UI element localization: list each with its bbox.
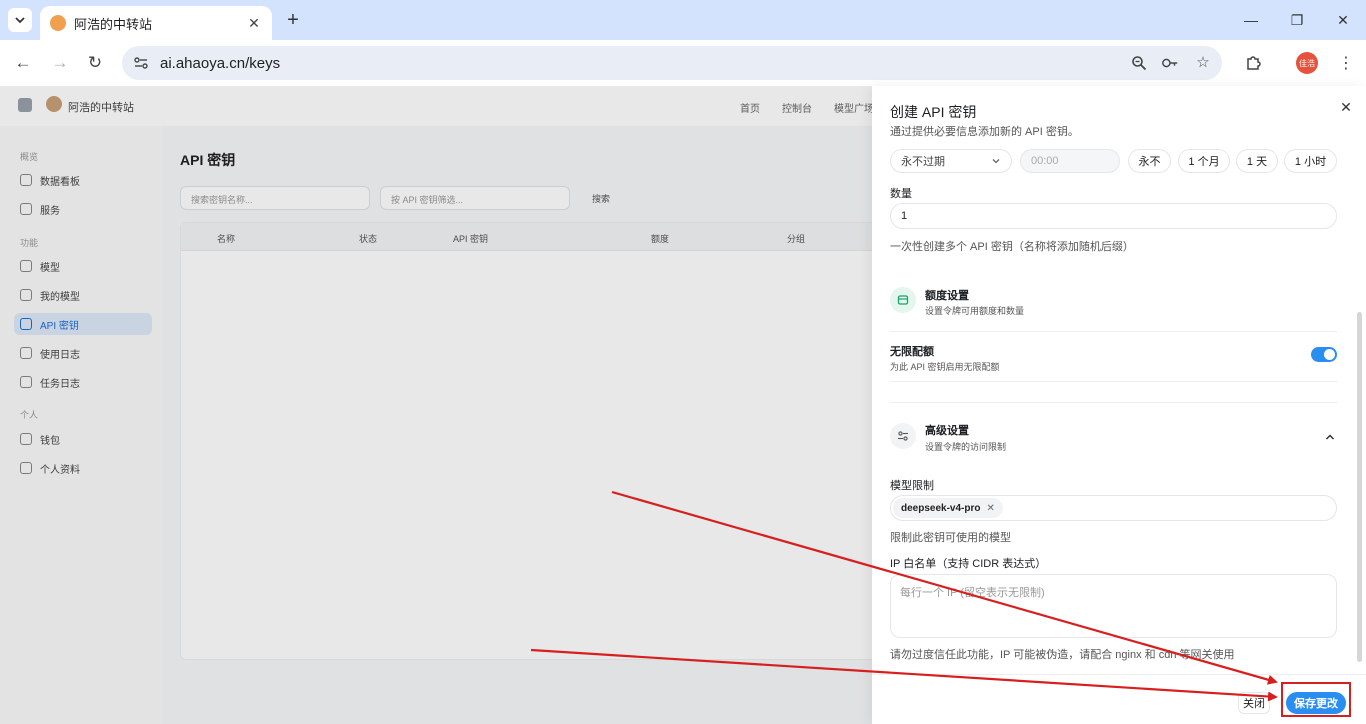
quantity-input[interactable]: 1 [890, 203, 1337, 229]
minimize-button[interactable]: — [1228, 0, 1274, 40]
chevron-down-icon [15, 17, 25, 24]
url-text: ai.ahaoya.cn/keys [160, 54, 281, 72]
expire-time-input[interactable]: 00:00 [1020, 149, 1120, 173]
unlimited-quota-subtitle: 为此 API 密钥启用无限配额 [890, 362, 1000, 372]
quota-section-subtitle: 设置令牌可用额度和数量 [925, 306, 1025, 316]
zoom-icon[interactable] [1130, 54, 1148, 72]
quantity-label: 数量 [890, 188, 912, 200]
ip-whitelist-label: IP 白名单（支持 CIDR 表达式） [890, 558, 1047, 570]
quantity-hint: 一次性创建多个 API 密钥（名称将添加随机后缀） [890, 241, 1134, 253]
site-settings-icon[interactable] [132, 54, 150, 72]
ip-whitelist-hint: 请勿过度信任此功能，IP 可能被伪造，请配合 nginx 和 cdn 等网关使用 [890, 649, 1235, 661]
new-tab-button[interactable]: + [282, 9, 304, 31]
unlimited-quota-toggle[interactable] [1311, 347, 1337, 362]
expire-select[interactable]: 永不过期 [890, 149, 1012, 173]
reload-button[interactable]: ↻ [83, 51, 107, 75]
browser-menu-icon[interactable]: ⋮ [1338, 52, 1354, 74]
quick-expire-1-hour[interactable]: 1 小时 [1284, 149, 1337, 173]
divider [890, 381, 1337, 382]
browser-tab-active[interactable]: 阿浩的中转站 ✕ [40, 6, 272, 40]
profile-avatar[interactable]: 佳浩 [1296, 52, 1318, 74]
browser-tab-bar: 阿浩的中转站 ✕ + — ❐ ✕ [0, 0, 1366, 40]
advanced-section-icon [890, 423, 916, 449]
quick-expire-never[interactable]: 永不 [1128, 149, 1171, 173]
extensions-puzzle-icon[interactable] [1244, 52, 1264, 72]
tag-remove-icon[interactable]: ✕ [986, 503, 994, 514]
chevron-up-icon[interactable] [1324, 431, 1336, 446]
back-button[interactable]: ← [11, 51, 35, 75]
divider [890, 331, 1337, 332]
drawer-body: 永不过期 00:00 永不 1 个月 1 天 1 小时 数量 1 一次性创建多个… [872, 142, 1366, 672]
drawer-close-icon[interactable]: ✕ [1337, 98, 1355, 116]
quota-section-title: 额度设置 [925, 290, 969, 302]
close-button[interactable]: 关闭 [1238, 692, 1270, 714]
quick-expire-1-day[interactable]: 1 天 [1236, 149, 1278, 173]
restore-button[interactable]: ❐ [1274, 0, 1320, 40]
annotation-highlight-box [1281, 682, 1351, 717]
drawer-subtitle: 通过提供必要信息添加新的 API 密钥。 [890, 126, 1079, 138]
chevron-down-icon [992, 159, 1000, 164]
model-tag-label: deepseek-v4-pro [901, 502, 981, 514]
quick-expire-1-month[interactable]: 1 个月 [1178, 149, 1230, 173]
tab-close-icon[interactable]: ✕ [246, 15, 262, 31]
password-key-icon[interactable] [1161, 54, 1179, 72]
advanced-section-title: 高级设置 [925, 425, 969, 437]
drawer-title: 创建 API 密钥 [890, 104, 977, 120]
address-bar[interactable]: ai.ahaoya.cn/keys [122, 46, 1222, 80]
ip-whitelist-textarea[interactable]: 每行一个 IP (留空表示无限制) [890, 574, 1337, 638]
model-limit-label: 模型限制 [890, 480, 934, 492]
advanced-section-subtitle: 设置令牌的访问限制 [925, 442, 1007, 452]
window-close-button[interactable]: ✕ [1320, 0, 1366, 40]
divider [890, 402, 1337, 403]
unlimited-quota-label: 无限配额 [890, 346, 934, 358]
forward-button[interactable]: → [48, 51, 72, 75]
site-favicon-icon [50, 15, 66, 31]
browser-toolbar: ← → ↻ ai.ahaoya.cn/keys ☆ [0, 40, 1366, 86]
bookmark-star-icon[interactable]: ☆ [1194, 53, 1212, 71]
tab-title: 阿浩的中转站 [74, 16, 153, 32]
model-limit-hint: 限制此密钥可使用的模型 [890, 532, 1011, 544]
expire-select-value: 永不过期 [901, 156, 945, 168]
model-tag: deepseek-v4-pro ✕ [893, 498, 1003, 518]
drawer-scrollbar[interactable] [1357, 312, 1362, 662]
tab-search-button[interactable] [8, 8, 32, 32]
quota-section-icon [890, 287, 916, 313]
create-api-key-drawer: 创建 API 密钥 通过提供必要信息添加新的 API 密钥。 ✕ 永不过期 00… [872, 86, 1366, 724]
modal-overlay[interactable] [0, 86, 872, 724]
